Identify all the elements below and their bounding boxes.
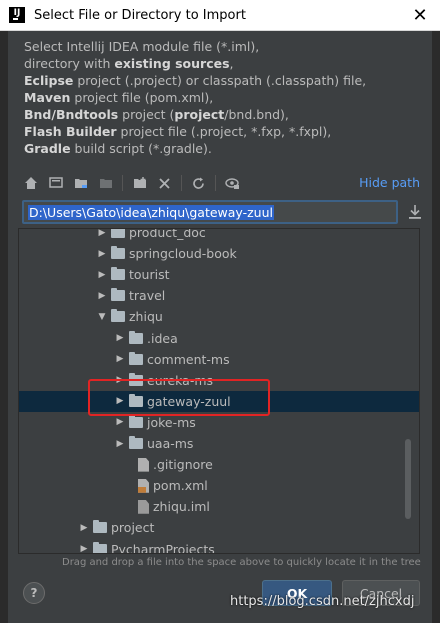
chevron-right-icon[interactable]: ▶ — [113, 333, 127, 343]
file-tree[interactable]: ▶ PycharmProjects ▶ project zhiqu.iml pom.xml… — [18, 228, 420, 554]
tree-row-label: .idea — [147, 330, 178, 346]
chevron-down-icon[interactable]: ▼ — [95, 312, 109, 322]
desc-text: project (.project) or classpath (.classp… — [73, 73, 367, 88]
desc-text: project file (pom.xml), — [70, 90, 214, 105]
desc-text: directory with — [24, 56, 115, 71]
desc-bold: project — [174, 107, 225, 122]
tree-row[interactable]: ▶ tourist — [19, 264, 419, 285]
red-highlight-annotation — [88, 379, 270, 416]
tree-row[interactable]: ▼ zhiqu — [19, 306, 419, 327]
desc-bold: Eclipse — [24, 73, 74, 88]
folder-icon — [111, 309, 125, 323]
tree-row-label: zhiqu — [129, 309, 163, 325]
download-icon[interactable] — [408, 204, 424, 220]
tree-row[interactable]: zhiqu.iml — [19, 496, 419, 517]
tree-row-label: joke-ms — [147, 414, 196, 430]
folder-icon — [93, 520, 107, 534]
path-row: D:\Users\Gato\idea\zhiqu\gateway-zuul — [18, 200, 430, 226]
desc-line-1: Select Intellij IDEA module file (*.iml)… — [24, 39, 260, 54]
folder-icon — [111, 229, 125, 238]
desc-bold: Maven — [24, 90, 71, 105]
hide-path-link[interactable]: Hide path — [359, 175, 420, 190]
chevron-right-icon[interactable]: ▶ — [113, 354, 127, 364]
module-folder-icon[interactable] — [93, 172, 118, 194]
chevron-right-icon[interactable]: ▶ — [95, 249, 109, 259]
tree-row[interactable]: ▶ comment-ms — [19, 349, 419, 370]
file-icon — [138, 457, 149, 472]
desc-bold: Gradle — [24, 141, 71, 156]
right-window-strip — [432, 31, 440, 623]
close-icon[interactable]: ✕ — [400, 0, 440, 31]
desc-text: /bnd.bnd), — [224, 107, 289, 122]
tree-row-label: uaa-ms — [147, 436, 194, 451]
chevron-right-icon[interactable]: ▶ — [95, 229, 109, 238]
tree-row-label: comment-ms — [147, 351, 230, 367]
new-folder-icon[interactable] — [127, 172, 152, 194]
chevron-right-icon[interactable]: ▶ — [95, 291, 109, 301]
tree-row[interactable]: ▶ travel — [19, 285, 419, 306]
chevron-right-icon[interactable]: ▶ — [95, 270, 109, 280]
desc-text: build script (*.gradle). — [70, 141, 212, 156]
folder-icon — [129, 414, 143, 428]
drag-drop-hint: Drag and drop a file into the space abov… — [62, 557, 421, 568]
tree-row-label: .gitignore — [153, 457, 213, 473]
toolbar-separator — [122, 175, 123, 191]
chevron-right-icon[interactable]: ▶ — [113, 417, 127, 427]
tree-row[interactable]: ▶ PycharmProjects — [19, 539, 419, 554]
tree-row-label: tourist — [129, 267, 170, 283]
desc-bold: Bnd/Bndtools — [24, 107, 119, 122]
window-title: Select File or Directory to Import — [34, 7, 246, 23]
tree-row[interactable]: pom.xml — [19, 475, 419, 496]
folder-icon — [129, 351, 143, 365]
tree-row[interactable]: .gitignore — [19, 454, 419, 475]
folder-icon — [111, 288, 125, 302]
xml-file-icon — [138, 478, 149, 493]
tree-row[interactable]: ▶ project — [19, 517, 419, 538]
desc-bold: existing sources — [114, 56, 230, 71]
intellij-app-icon: IJ — [9, 7, 25, 23]
desc-bold: Flash Builder — [24, 124, 117, 139]
home-icon[interactable] — [18, 172, 43, 194]
chevron-right-icon[interactable]: ▶ — [77, 544, 91, 553]
desktop-icon[interactable] — [43, 172, 68, 194]
help-button[interactable]: ? — [23, 582, 45, 604]
tree-row[interactable]: ▶ product_doc — [19, 228, 419, 243]
folder-icon — [93, 541, 107, 553]
tree-scrollbar[interactable] — [405, 439, 411, 519]
chevron-right-icon[interactable]: ▶ — [77, 523, 91, 533]
tree-row-label: pom.xml — [153, 478, 208, 494]
folder-icon — [111, 267, 125, 281]
desc-text: project ( — [118, 107, 175, 122]
refresh-icon[interactable] — [186, 172, 211, 194]
tree-row[interactable]: ▶ uaa-ms — [19, 433, 419, 454]
tree-row-label: zhiqu.iml — [153, 499, 210, 515]
folder-icon — [129, 330, 143, 344]
tree-row[interactable]: ▶ springcloud-book — [19, 243, 419, 264]
delete-icon[interactable] — [152, 172, 177, 194]
tree-row[interactable]: ▶ .idea — [19, 328, 419, 349]
iml-file-icon — [138, 499, 149, 514]
title-bar: IJ Select File or Directory to Import ✕ — [0, 0, 440, 31]
chevron-right-icon[interactable]: ▶ — [113, 439, 127, 449]
tree-row-label: springcloud-book — [129, 246, 237, 262]
path-input-value: D:\Users\Gato\idea\zhiqu\gateway-zuul — [28, 205, 275, 220]
desc-text: project file (.project, *.fxp, *.fxpl), — [116, 124, 332, 139]
toolbar-separator — [215, 175, 216, 191]
tree-row-label: travel — [129, 288, 166, 304]
left-window-strip — [0, 31, 8, 623]
desc-text: , — [229, 56, 234, 71]
import-description: Select Intellij IDEA module file (*.iml)… — [24, 38, 424, 157]
folder-icon — [129, 436, 143, 449]
tree-row-label: project — [111, 520, 155, 536]
project-folder-icon[interactable] — [68, 172, 93, 194]
show-hidden-files-icon[interactable] — [220, 172, 245, 194]
folder-icon — [111, 246, 125, 260]
tree-row-label: PycharmProjects — [111, 541, 215, 554]
file-chooser-toolbar: Hide path — [18, 170, 428, 196]
toolbar-separator — [181, 175, 182, 191]
tree-row-label: product_doc — [129, 228, 206, 240]
path-input[interactable]: D:\Users\Gato\idea\zhiqu\gateway-zuul — [22, 200, 398, 224]
watermark-text: https://blog.csdn.net/zjhcxdj — [230, 594, 415, 609]
